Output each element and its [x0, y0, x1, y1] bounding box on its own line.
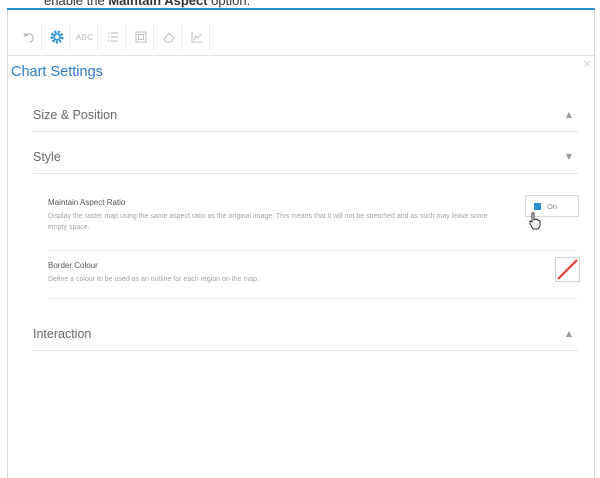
option-description: Display the raster map using the same as…	[48, 213, 488, 231]
abc-text-icon[interactable]: ABC	[72, 24, 98, 50]
instruction-caption: enable the Maintain Aspect option.	[44, 0, 251, 8]
undo-icon[interactable]	[16, 24, 42, 50]
close-icon[interactable]: ×	[583, 57, 592, 70]
toggle-label: On	[547, 201, 558, 211]
image-frame-icon[interactable]	[128, 24, 154, 50]
option-title: Border Colour	[48, 261, 98, 270]
section-style[interactable]: Style ▼	[33, 140, 578, 174]
toolbar: ABC	[16, 19, 212, 55]
option-title: Maintain Aspect Ratio	[48, 198, 126, 207]
section-label: Size & Position	[33, 107, 118, 122]
row-divider	[48, 298, 578, 299]
chevron-up-icon[interactable]: ▲	[566, 329, 572, 338]
border-colour-option: Border Colour Define a colour to be used…	[48, 261, 578, 285]
toolbar-divider	[8, 55, 594, 56]
chevron-down-icon[interactable]: ▼	[566, 152, 572, 161]
section-label: Interaction	[33, 326, 92, 341]
abc-text-label: ABC	[75, 32, 94, 42]
section-size-position[interactable]: Size & Position ▲	[33, 98, 578, 132]
no-colour-slash-icon	[557, 259, 578, 280]
row-divider	[48, 250, 578, 251]
eraser-icon[interactable]	[156, 24, 182, 50]
section-label: Style	[33, 149, 61, 164]
panel-title: Chart Settings	[11, 64, 103, 80]
list-icon[interactable]	[100, 24, 126, 50]
section-interaction[interactable]: Interaction ▲	[33, 317, 578, 351]
border-colour-swatch[interactable]	[555, 257, 580, 282]
gear-icon[interactable]	[44, 24, 70, 50]
maintain-aspect-ratio-option: Maintain Aspect Ratio Display the raster…	[48, 198, 578, 233]
chart-icon[interactable]	[184, 24, 210, 50]
chevron-up-icon[interactable]: ▲	[566, 110, 572, 119]
option-description: Define a colour to be used as an outline…	[48, 276, 259, 283]
hand-pointer-icon	[528, 212, 542, 234]
accent-top-border	[7, 8, 595, 10]
toggle-indicator	[534, 202, 541, 210]
